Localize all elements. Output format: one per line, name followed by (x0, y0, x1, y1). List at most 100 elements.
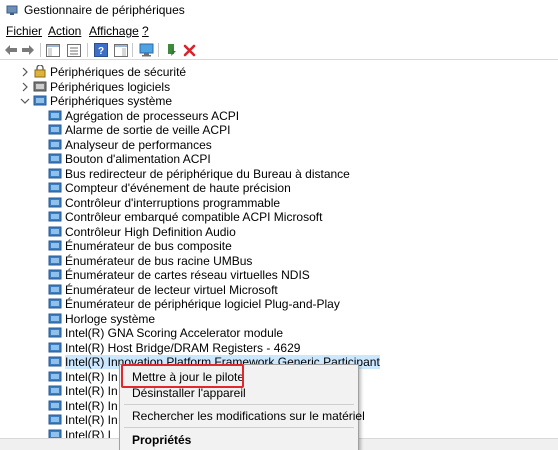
monitor-icon[interactable] (138, 42, 154, 58)
tree-device-row[interactable]: Contrôleur embarqué compatible ACPI Micr… (0, 210, 558, 225)
properties-icon[interactable] (66, 42, 82, 58)
menu-affichage-label: Affichage (89, 24, 139, 38)
software-device-icon (33, 81, 47, 91)
toolbar: ? (0, 40, 558, 60)
forward-arrow-icon[interactable] (20, 42, 36, 58)
tree-device-row[interactable]: Agrégation de processeurs ACPI (0, 109, 558, 124)
tree-device-label: Énumérateur de bus racine UMBus (65, 253, 253, 268)
svg-text:?: ? (98, 46, 104, 57)
tree-device-label: Contrôleur embarqué compatible ACPI Micr… (65, 210, 323, 224)
toolbar-separator (40, 43, 41, 57)
console-tree-icon[interactable] (45, 42, 61, 58)
system-device-icon (48, 226, 62, 236)
context-item-uninstall[interactable]: Désinstaller l'appareil (132, 386, 246, 400)
tree-device-label: Intel(R) In (65, 413, 118, 427)
uninstall-icon[interactable] (181, 42, 197, 58)
tree-device-row[interactable]: Contrôleur High Definition Audio (0, 225, 558, 240)
context-separator (124, 404, 354, 405)
tree-device-row[interactable]: Compteur d'événement de haute précision (0, 181, 558, 196)
system-device-icon (48, 110, 62, 120)
update-driver-icon[interactable] (164, 42, 180, 58)
title-bar: Gestionnaire de périphériques (0, 0, 558, 20)
tree-category-row[interactable]: Périphériques de sécurité (0, 65, 558, 80)
tree-category-row[interactable]: Périphériques logiciels (0, 80, 558, 95)
tree-device-row[interactable]: Intel(R) Host Bridge/DRAM Registers - 46… (0, 341, 558, 356)
highlight-annotation (121, 364, 244, 388)
tree-device-label: Intel(R) Host Bridge/DRAM Registers - 46… (65, 340, 301, 355)
tree-device-label: Agrégation de processeurs ACPI (65, 108, 240, 123)
system-device-icon (48, 414, 62, 425)
window-title: Gestionnaire de périphériques (24, 3, 185, 17)
tree-device-row[interactable]: Énumérateur de lecteur virtuel Microsoft (0, 283, 558, 298)
menu-action[interactable]: Action (48, 24, 81, 38)
tree-device-row[interactable]: Bus redirecteur de périphérique du Burea… (0, 167, 558, 182)
tree-device-label: Énumérateur de périphérique logiciel Plu… (65, 297, 340, 311)
context-item-scan-hardware[interactable]: Rechercher les modifications sur le maté… (132, 409, 365, 423)
tree-device-row[interactable]: Contrôleur d'interruptions programmable (0, 196, 558, 211)
menu-fichier[interactable]: Fichier (6, 24, 42, 38)
tree-category-label: Périphériques de sécurité (50, 65, 187, 79)
action-pane-icon[interactable] (113, 42, 129, 58)
tree-device-row[interactable]: Énumérateur de bus composite (0, 239, 558, 254)
toolbar-separator (87, 43, 88, 57)
system-device-icon (33, 95, 47, 106)
toolbar-separator (132, 43, 133, 57)
tree-device-label: Énumérateur de lecteur virtuel Microsoft (65, 282, 278, 297)
system-device-icon (48, 153, 62, 164)
security-device-icon (34, 65, 46, 78)
system-device-icon (48, 255, 62, 265)
tree-device-label: Énumérateur de bus composite (65, 239, 232, 253)
system-device-icon (48, 284, 62, 294)
tree-device-row[interactable]: Intel(R) GNA Scoring Accelerator module (0, 326, 558, 341)
tree-category-label: Périphériques logiciels (50, 79, 171, 94)
tree-device-label: Bus redirecteur de périphérique du Burea… (65, 166, 350, 181)
system-device-icon (48, 356, 62, 367)
tree-device-label: Compteur d'événement de haute précision (65, 181, 291, 195)
toolbar-separator (158, 43, 159, 57)
tree-device-label: Horloge système (65, 311, 156, 326)
chevron-right-icon[interactable] (20, 66, 30, 78)
tree-device-row[interactable]: Alarme de sortie de veille ACPI (0, 123, 558, 138)
system-device-icon (48, 197, 62, 207)
tree-device-row[interactable]: Horloge système (0, 312, 558, 327)
tree-device-row[interactable]: Énumérateur de périphérique logiciel Plu… (0, 297, 558, 312)
context-item-properties[interactable]: Propriétés (132, 433, 191, 447)
tree-category-label: Périphériques système (50, 94, 173, 108)
back-arrow-icon[interactable] (3, 42, 19, 58)
system-device-icon (48, 182, 62, 193)
tree-device-row[interactable]: Énumérateur de cartes réseau virtuelles … (0, 268, 558, 283)
tree-device-label: Intel(R) In (65, 369, 118, 384)
tree-device-label: Analyseur de performances (65, 137, 212, 152)
chevron-right-icon[interactable] (20, 81, 30, 93)
tree-device-row[interactable]: Analyseur de performances (0, 138, 558, 153)
system-device-icon (48, 168, 62, 178)
system-device-icon (48, 298, 62, 309)
chevron-down-icon[interactable] (20, 95, 30, 107)
context-separator (124, 427, 354, 428)
system-device-icon (48, 124, 62, 135)
system-device-icon (48, 342, 62, 352)
tree-device-row[interactable]: Énumérateur de bus racine UMBus (0, 254, 558, 269)
tree-category-row[interactable]: Périphériques système (0, 94, 558, 109)
menu-bar: Fichier Action Affichage ? (0, 22, 558, 40)
system-device-icon (48, 313, 62, 323)
tree-device-label: Intel(R) In (65, 398, 118, 413)
tree-device-label: Contrôleur High Definition Audio (65, 224, 236, 239)
system-device-icon (48, 240, 62, 251)
tree-device-row[interactable]: Bouton d'alimentation ACPI (0, 152, 558, 167)
menu-affichage[interactable]: Affichage (89, 24, 139, 38)
system-device-icon (48, 327, 62, 338)
tree-device-label: Alarme de sortie de veille ACPI (65, 123, 231, 137)
menu-help[interactable]: ? (142, 24, 149, 38)
tree-device-label: Énumérateur de cartes réseau virtuelles … (65, 268, 310, 282)
system-device-icon (48, 385, 62, 396)
tree-device-label: Contrôleur d'interruptions programmable (65, 195, 281, 210)
device-manager-icon (6, 5, 18, 15)
system-device-icon (48, 211, 62, 222)
menu-action-label: Action (48, 24, 82, 38)
menu-help-label: ? (142, 24, 149, 38)
system-device-icon (48, 400, 62, 410)
menu-fichier-label: Fichier (6, 24, 43, 38)
help-icon[interactable]: ? (93, 42, 109, 58)
system-device-icon (48, 139, 62, 149)
